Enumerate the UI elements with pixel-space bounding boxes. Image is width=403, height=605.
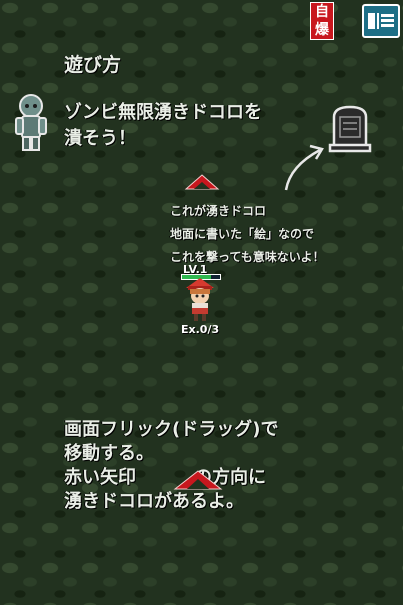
menu-button[interactable] bbox=[362, 4, 400, 38]
howto-message-line4: 湧きドコロがあるよ。 bbox=[64, 491, 244, 512]
red-arrow-icon bbox=[184, 174, 220, 190]
menu-icon bbox=[368, 13, 394, 29]
tombstone-icon bbox=[328, 105, 372, 153]
howto-message-line3a: 赤い矢印 bbox=[64, 467, 136, 488]
howto-message-line3: 赤い矢印 の方向に bbox=[64, 466, 278, 490]
howto-message-line1: 画面フリック(ドラッグ)で bbox=[64, 419, 279, 440]
title: 遊び方 bbox=[64, 54, 122, 76]
pointer-arrow-icon bbox=[284, 144, 324, 191]
player-sprite bbox=[186, 278, 214, 321]
red-arrow-inline-icon bbox=[173, 470, 223, 490]
spawn-message-line2: 地面に書いた「絵」なので bbox=[170, 227, 315, 241]
spawn-message-line1: これが湧きドコロ bbox=[170, 204, 267, 218]
self-destruct-button[interactable]: 自爆 bbox=[310, 2, 334, 40]
zombie-message-line2: 潰そう！ bbox=[64, 128, 136, 149]
howto-message-line2: 移動する。 bbox=[64, 443, 154, 464]
player: LV.1 Ex.0/3 bbox=[178, 263, 228, 341]
zombie-message: ゾンビ無限湧きドコロを 潰そう！ bbox=[64, 100, 262, 152]
spawn-message: これが湧きドコロ 地面に書いた「絵」なので これを撃っても意味ないよ！ bbox=[170, 200, 325, 269]
howto-message: 画面フリック(ドラッグ)で 移動する。 赤い矢印 の方向に 湧きドコロがあるよ。 bbox=[64, 418, 278, 514]
exp-label: Ex.0/3 bbox=[181, 323, 220, 336]
zombie-message-line1: ゾンビ無限湧きドコロを bbox=[64, 102, 262, 123]
zombie-icon bbox=[15, 94, 47, 151]
